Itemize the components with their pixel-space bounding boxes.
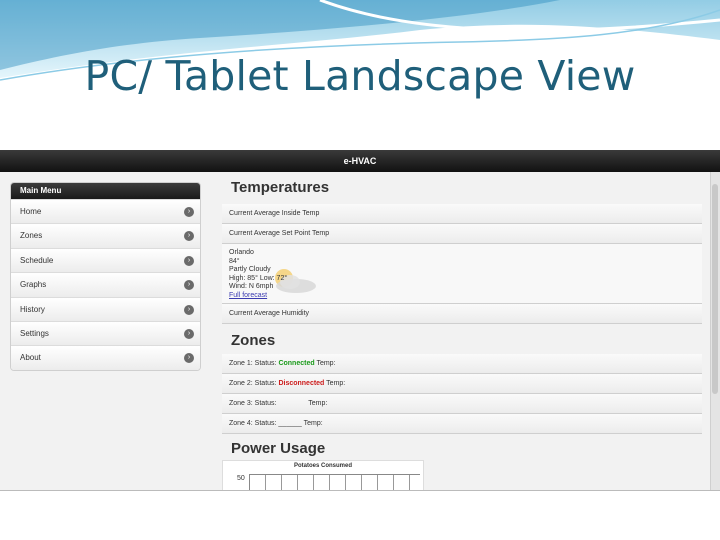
zone-temp-label: Temp: <box>326 380 346 387</box>
menu-item-home[interactable]: Home › <box>11 199 200 224</box>
menu-item-label: Settings <box>20 328 49 338</box>
set-point-row: Current Average Set Point Temp <box>222 224 702 244</box>
slide-title: PC/ Tablet Landscape View <box>84 52 636 100</box>
zone-row[interactable]: Zone 1: Status: Connected Temp: <box>222 354 702 374</box>
main-menu-title: Main Menu <box>11 183 200 199</box>
zone-label: Zone 3: Status: <box>229 400 277 407</box>
menu-item-label: About <box>20 353 41 363</box>
zones-heading: Zones <box>231 332 276 349</box>
menu-item-label: Schedule <box>20 255 54 265</box>
chevron-right-icon: › <box>184 231 194 242</box>
zone-label: Zone 2: Status: <box>229 380 277 387</box>
weather-widget: Orlando 84° Partly Cloudy High: 85° Low:… <box>222 244 702 304</box>
zone-row[interactable]: Zone 4: Status: ______ Temp: <box>222 414 702 434</box>
ehvac-app-window: e-HVAC Main Menu Home › Zones › Schedule › … <box>0 150 720 491</box>
menu-item-about[interactable]: About › <box>11 345 200 370</box>
humidity-row: Current Average Humidity <box>222 304 702 324</box>
menu-item-label: Zones <box>20 231 43 241</box>
menu-item-history[interactable]: History › <box>11 296 200 321</box>
chevron-right-icon: › <box>184 353 194 364</box>
chart-grid <box>249 474 420 490</box>
chart-title: Potatoes Consumed <box>293 463 352 469</box>
app-header-title: e-HVAC <box>0 150 720 172</box>
menu-item-schedule[interactable]: Schedule › <box>11 247 200 273</box>
menu-item-label: Home <box>20 207 42 216</box>
full-forecast-link[interactable]: Full forecast <box>229 292 702 301</box>
inside-temp-row: Current Average Inside Temp <box>222 204 702 224</box>
menu-item-graphs[interactable]: Graphs › <box>11 272 200 297</box>
power-usage-chart: Potatoes Consumed 50 <box>222 460 424 490</box>
temperatures-heading: Temperatures <box>231 179 330 196</box>
chevron-right-icon: › <box>184 280 194 291</box>
zone-temp-label: Temp: <box>308 400 328 407</box>
weather-condition: Partly Cloudy <box>229 266 271 273</box>
zone-label: Zone 1: Status: <box>229 360 277 367</box>
weather-city: Orlando <box>229 249 254 256</box>
zone-temp-label: Temp: <box>303 420 323 427</box>
main-menu: Main Menu Home › Zones › Schedule › Graphs ›… <box>10 182 201 371</box>
chevron-right-icon: › <box>184 207 194 217</box>
weather-temp: 84° <box>229 257 240 265</box>
menu-item-label: History <box>20 304 45 314</box>
chevron-right-icon: › <box>184 328 194 339</box>
zone-status-connected: Connected <box>278 360 315 367</box>
weather-high-low: High: 85° Low: 72° <box>229 274 288 282</box>
menu-item-zones[interactable]: Zones › <box>11 223 200 248</box>
zone-label: Zone 4: Status: ______ <box>229 420 302 427</box>
chevron-right-icon: › <box>184 304 194 315</box>
zone-row[interactable]: Zone 2: Status: Disconnected Temp: <box>222 374 702 394</box>
menu-item-label: Graphs <box>20 280 47 290</box>
scrollbar-thumb[interactable] <box>712 184 718 394</box>
chart-y-tick-label: 50 <box>237 475 245 482</box>
zone-status-disconnected: Disconnected <box>278 380 325 387</box>
power-usage-heading: Power Usage <box>231 440 326 457</box>
zone-temp-label: Temp: <box>316 360 336 367</box>
vertical-scrollbar[interactable] <box>710 172 720 490</box>
weather-wind: Wind: N 6mph <box>229 283 274 290</box>
menu-item-settings[interactable]: Settings › <box>11 320 200 346</box>
zone-row[interactable]: Zone 3: Status: Temp: <box>222 394 702 414</box>
chevron-right-icon: › <box>184 255 194 266</box>
main-content: Temperatures Current Average Inside Temp… <box>222 172 702 490</box>
